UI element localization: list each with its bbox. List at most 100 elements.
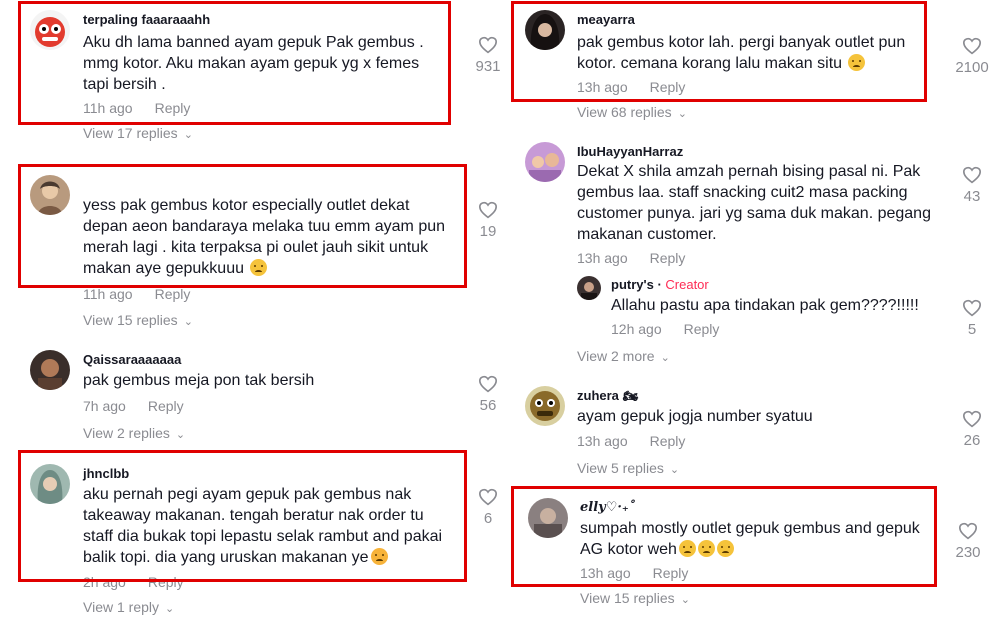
view-replies-button[interactable]: View 17 replies ⌄ (83, 125, 193, 141)
heart-outline-icon[interactable] (962, 166, 982, 184)
timestamp: 13h ago (577, 250, 628, 266)
chevron-down-icon: ⌄ (677, 108, 687, 120)
comment-line: pak gembus kotor lah. pergi banyak outle… (577, 34, 906, 51)
reply-button[interactable]: Reply (650, 250, 686, 266)
chevron-down-icon: ⌄ (183, 316, 193, 328)
comment-line: depan aeon bandaraya melaka tuu emm ayam… (83, 218, 446, 235)
comment-line: takeaway makanan. tengah beratur nak ord… (83, 507, 424, 524)
view-replies-label: View 15 replies (580, 590, 675, 606)
creator-badge: Creator (665, 277, 709, 292)
disappointed-face-emoji (697, 540, 715, 557)
heart-outline-icon[interactable] (478, 36, 498, 54)
avatar[interactable] (30, 10, 70, 50)
avatar[interactable] (30, 175, 70, 215)
avatar[interactable] (525, 386, 565, 426)
view-replies-button[interactable]: View 5 replies ⌄ (577, 460, 679, 476)
comment-line: sumpah mostly outlet gepuk gembus and ge… (580, 520, 920, 537)
avatar[interactable] (525, 10, 565, 50)
comment-line: tapi bersih . (83, 76, 166, 93)
like-control: 6 (466, 488, 510, 527)
avatar[interactable] (577, 276, 601, 300)
disappointed-face-emoji (678, 540, 696, 557)
view-replies-label: View 15 replies (83, 312, 178, 328)
username[interactable]: Qaissaraaaaaaa (83, 352, 181, 367)
timestamp: 13h ago (577, 433, 628, 449)
reply-button[interactable]: Reply (653, 565, 689, 581)
comment-line: yess pak gembus kotor especially outlet … (83, 197, 410, 214)
like-control: 5 (950, 299, 994, 338)
comment-meta: 11h ago Reply (83, 286, 190, 302)
reply-button[interactable]: Reply (650, 433, 686, 449)
view-more-button[interactable]: View 2 more ⌄ (577, 348, 670, 364)
chevron-down-icon: ⌄ (660, 352, 670, 364)
comment-meta: 2h ago Reply (83, 574, 184, 590)
view-replies-label: View 1 reply (83, 599, 160, 615)
username[interactable]: zuhera 🏍 (577, 388, 638, 403)
heart-outline-icon[interactable] (958, 522, 978, 540)
comment-line: customer punya. jari yg sama duk makan. … (577, 205, 931, 222)
comment-line-text: kotor. cemana korang lalu makan situ (577, 55, 843, 72)
like-count: 5 (967, 321, 977, 338)
like-count: 43 (963, 188, 981, 205)
heart-outline-icon[interactable] (962, 299, 982, 317)
reply-button[interactable]: Reply (155, 286, 191, 302)
comment-line: pak gembus meja pon tak bersih (83, 372, 315, 389)
heart-outline-icon[interactable] (962, 410, 982, 428)
username[interactable]: meayarra (577, 12, 635, 27)
comment-meta: 7h ago Reply (83, 398, 184, 414)
chevron-down-icon: ⌄ (680, 594, 690, 606)
view-replies-button[interactable]: View 1 reply ⌄ (83, 599, 174, 615)
comment-meta: 13h ago Reply (577, 250, 685, 266)
comment-line: ayam gepuk jogja number syatuu (577, 408, 813, 425)
comment-line: merah lagi . kita terpaksa pi oulet jauh… (83, 239, 429, 256)
avatar[interactable] (525, 142, 565, 182)
avatar[interactable] (30, 350, 70, 390)
heart-outline-icon[interactable] (478, 375, 498, 393)
like-count: 6 (483, 510, 493, 527)
chevron-down-icon: ⌄ (175, 429, 186, 441)
crying-face-emoji (250, 259, 268, 276)
comment-meta: 12h ago Reply (611, 321, 719, 337)
timestamp: 13h ago (577, 79, 628, 95)
view-replies-label: View 5 replies (577, 460, 664, 476)
timestamp: 2h ago (83, 574, 126, 590)
reply-button[interactable]: Reply (148, 398, 184, 414)
username[interactable]: IbuHayyanHarraz (577, 144, 683, 159)
timestamp: 12h ago (611, 321, 662, 337)
reply-button[interactable]: Reply (148, 574, 184, 590)
reply-button[interactable]: Reply (684, 321, 720, 337)
username[interactable]: terpaling faaaraaahh (83, 12, 210, 27)
view-replies-button[interactable]: View 15 replies ⌄ (83, 312, 193, 328)
view-replies-button[interactable]: View 68 replies ⌄ (577, 104, 687, 120)
avatar[interactable] (30, 464, 70, 504)
like-count: 56 (479, 397, 497, 414)
username[interactable]: elly♡·₊˚ (580, 500, 635, 515)
heart-outline-icon[interactable] (478, 201, 498, 219)
like-control: 2100 (950, 37, 994, 76)
comment-line: makan aye gepukkuuu (83, 258, 268, 279)
comment-meta: 13h ago Reply (577, 79, 685, 95)
disappointed-face-emoji (716, 540, 734, 557)
like-count: 230 (955, 544, 981, 561)
view-replies-button[interactable]: View 15 replies ⌄ (580, 590, 690, 606)
comment-meta: 11h ago Reply (83, 100, 190, 116)
comment-line: AG kotor weh (580, 539, 734, 560)
username-text: zuhera (577, 388, 619, 403)
reply-button[interactable]: Reply (155, 100, 191, 116)
view-replies-button[interactable]: View 2 replies ⌄ (83, 425, 185, 441)
like-control: 931 (466, 36, 510, 75)
avatar[interactable] (528, 498, 568, 538)
like-count: 26 (963, 432, 981, 449)
reply-button[interactable]: Reply (650, 79, 686, 95)
comment-line: staff dia bukak topi lepastu selak rambu… (83, 528, 443, 545)
comment-line: aku pernah pegi ayam gepuk pak gembus na… (83, 486, 412, 503)
like-control: 19 (466, 201, 510, 240)
heart-outline-icon[interactable] (962, 37, 982, 55)
heart-outline-icon[interactable] (478, 488, 498, 506)
timestamp: 11h ago (83, 100, 133, 116)
username[interactable]: putry's · Creator (611, 277, 709, 292)
username[interactable]: jhnclbb (83, 466, 129, 481)
like-control: 230 (946, 522, 990, 561)
smiling-hearts-emoji (370, 548, 388, 565)
comment-line-text: balik topi. dia yang uruskan makanan ye (83, 549, 369, 566)
